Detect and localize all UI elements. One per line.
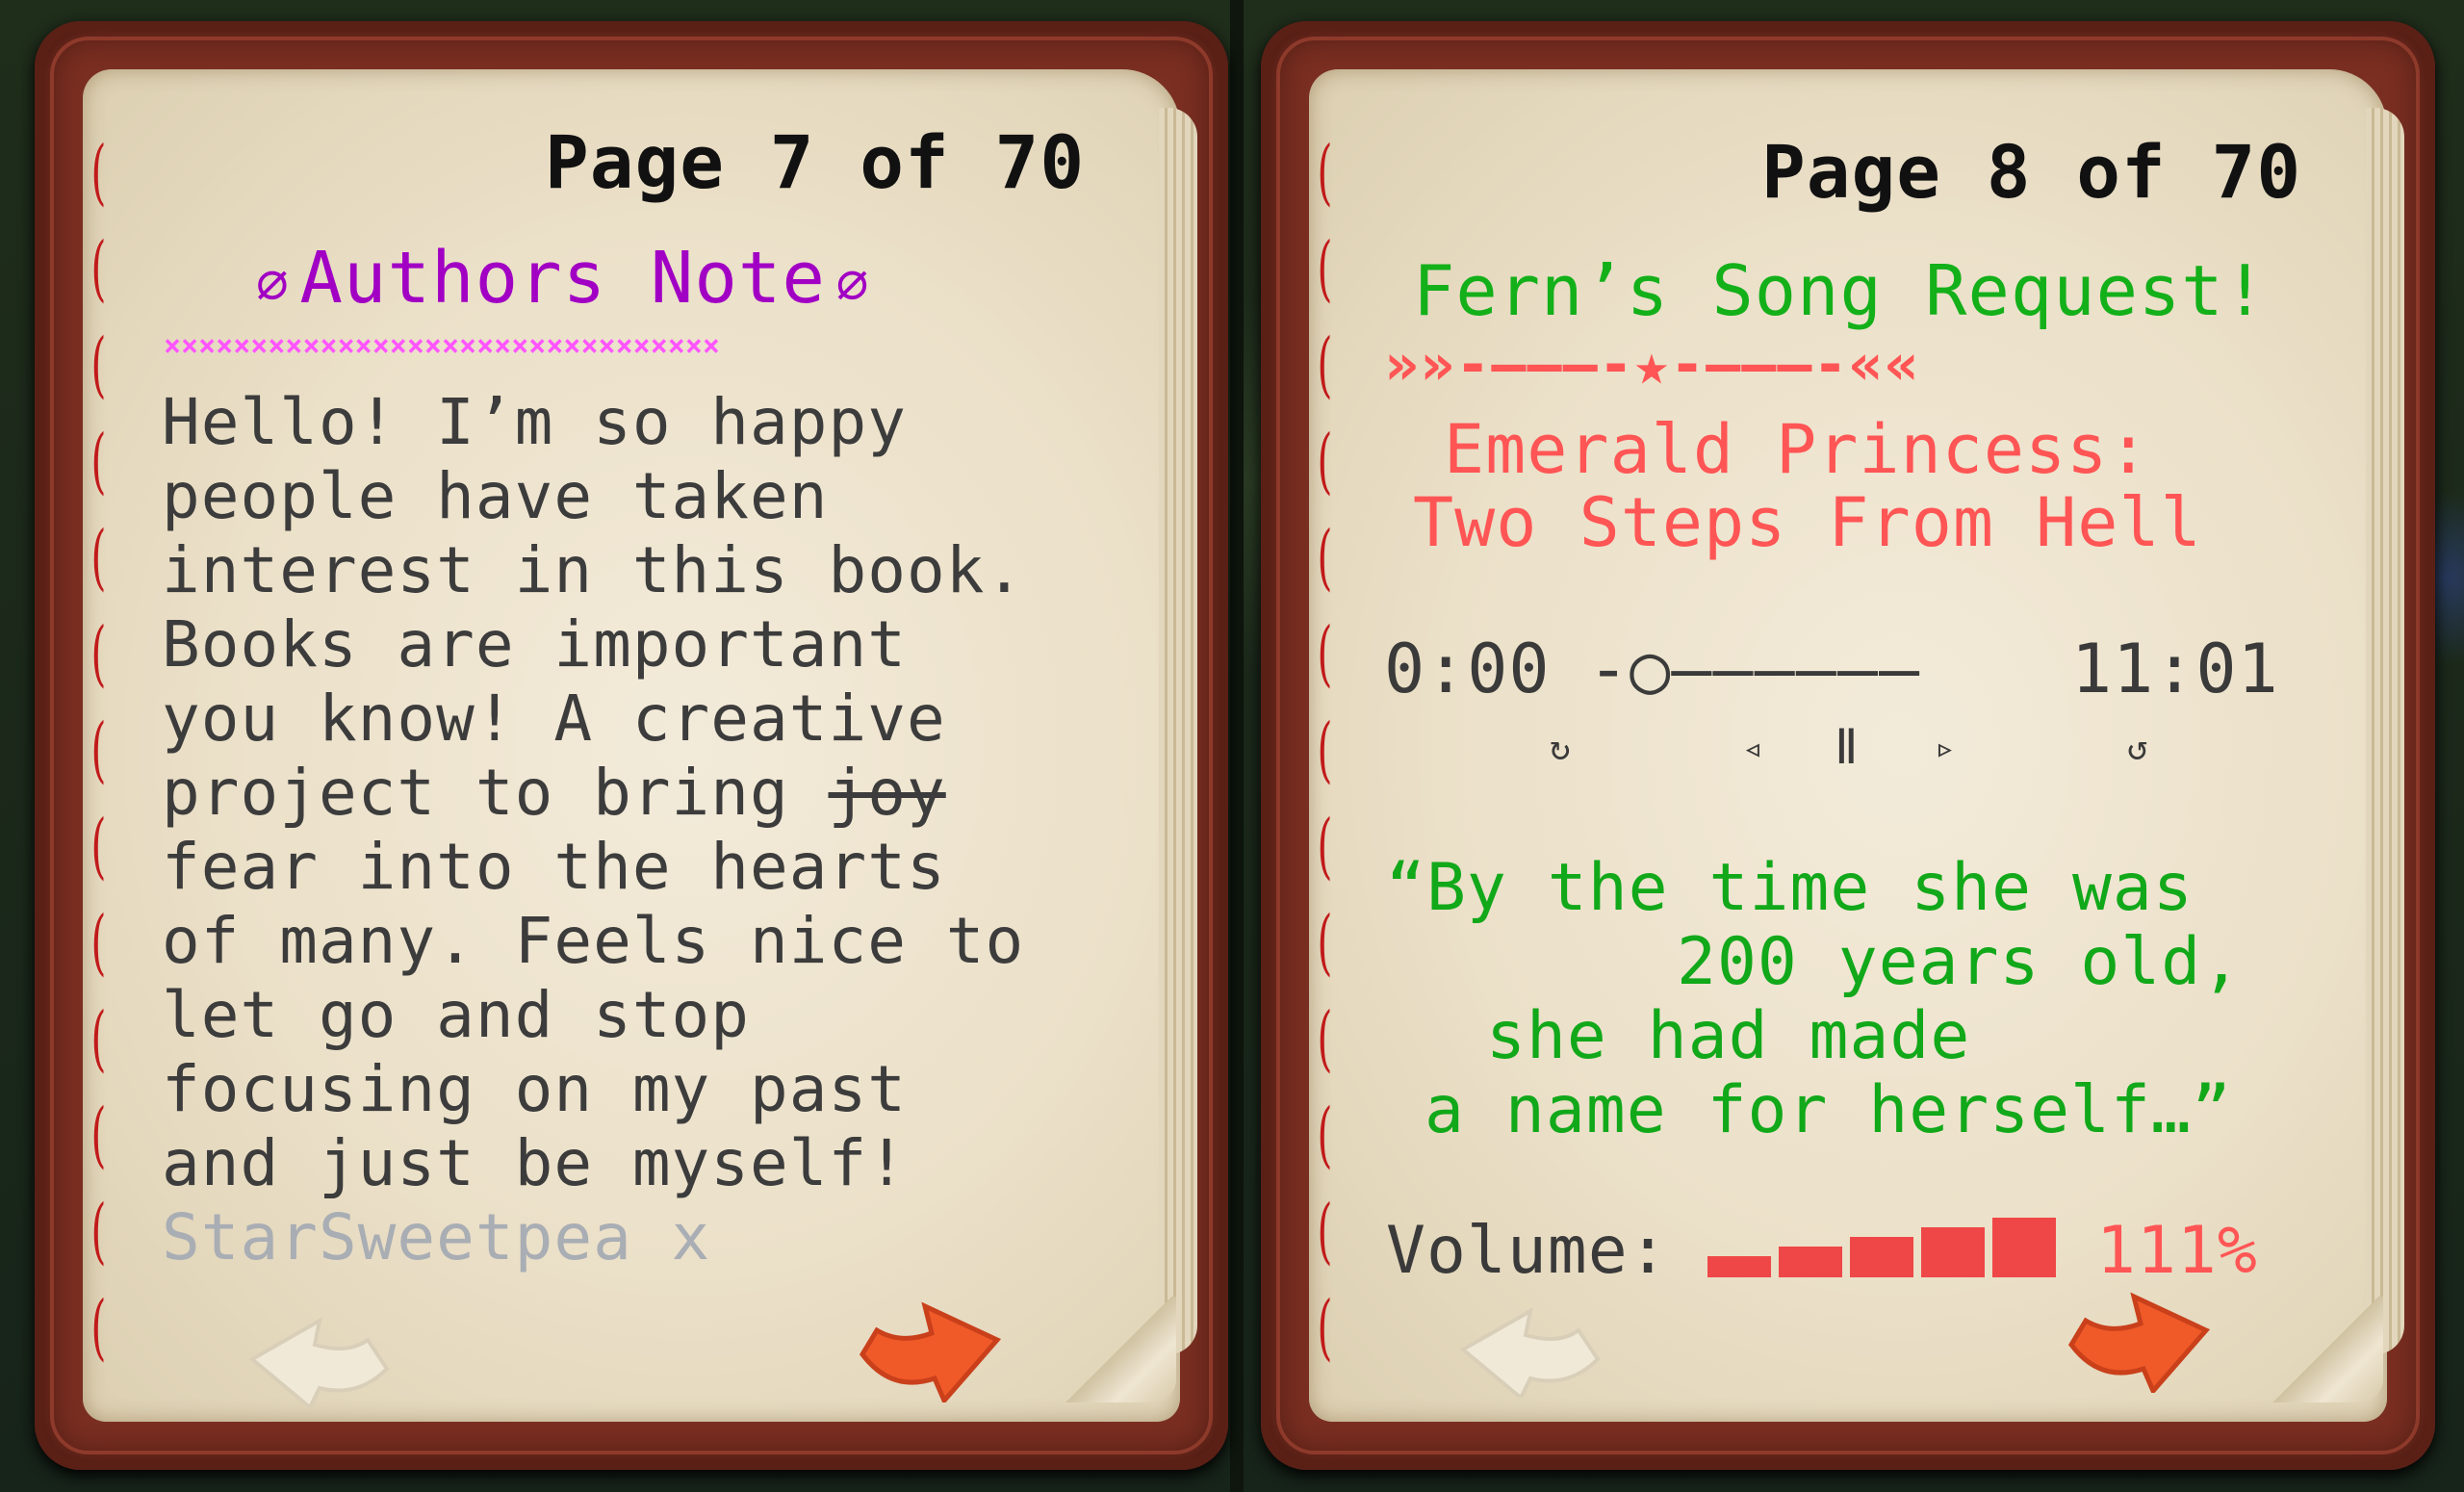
page-body: Hello! I’m so happy people have taken in… — [162, 385, 1024, 1274]
quote-line: a name for herself…” — [1424, 1072, 2232, 1148]
back-arrow-icon[interactable] — [1453, 1292, 1617, 1398]
page-number: Page 7 of 70 — [545, 119, 1086, 205]
page-curl — [1061, 1297, 1176, 1402]
signature: StarSweetpea x — [162, 1200, 711, 1274]
book-right: ((( ((( ((( ((( ( Page 8 of 70 Fern’s So… — [1261, 21, 2435, 1470]
volume-segment — [1779, 1247, 1842, 1277]
volume-bar[interactable] — [1707, 1200, 2056, 1277]
quote-line: “By the time she was — [1386, 850, 2194, 926]
struck-word: joy — [828, 756, 946, 830]
back-arrow-icon[interactable] — [243, 1301, 406, 1407]
volume-label: Volume: — [1386, 1213, 1669, 1289]
body-line: Hello! I’m so happy — [162, 385, 907, 459]
progress-slider[interactable]: -○—————— — [1588, 630, 1920, 708]
time-start: 0:00 — [1384, 630, 1551, 708]
pause-icon[interactable]: Ⅱ — [1835, 719, 1860, 775]
paperclip-icon: ⌀ — [256, 253, 290, 316]
song-artist: Two Steps From Hell — [1413, 483, 2202, 562]
volume-segment — [1707, 1256, 1771, 1277]
body-line: and just be myself! — [162, 1126, 907, 1200]
body-line: project to bring joy — [162, 756, 946, 830]
forward-arrow-icon[interactable] — [843, 1287, 1007, 1402]
body-line: people have taken — [162, 459, 829, 533]
screenshot-divider — [1230, 0, 1244, 1492]
song-title: Emerald Princess: — [1444, 410, 2150, 489]
body-line: interest in this book. — [162, 533, 1025, 607]
page-curl — [2268, 1297, 2383, 1402]
page-number: Page 8 of 70 — [1761, 129, 2302, 215]
author-note-heading: ⌀ Authors Note ⌀ — [256, 237, 869, 320]
book-left: ((( ((( ((( ((( ( Page 7 of 70 ⌀ Authors… — [35, 21, 1228, 1470]
body-line: let go and stop — [162, 978, 751, 1052]
book-binding: ((( ((( ((( ((( ( — [90, 131, 107, 1369]
body-line: Books are important — [162, 607, 907, 682]
page-title: Authors Note — [299, 237, 826, 320]
divider-line: ×××××××××××××××××××××××××××××××× — [164, 329, 720, 363]
paperclip-icon: ⌀ — [835, 253, 870, 316]
previous-icon[interactable]: ◃ — [1742, 729, 1764, 768]
volume-segment — [1850, 1237, 1913, 1277]
quote-line: she had made — [1486, 998, 1971, 1074]
forward-arrow-icon[interactable] — [2052, 1277, 2216, 1393]
body-line: fear into the hearts — [162, 830, 946, 904]
quote-line: 200 years old, — [1677, 924, 2243, 1000]
body-line: you know! A creative — [162, 682, 946, 756]
page-edge — [1159, 108, 1197, 1354]
body-line: focusing on my past — [162, 1052, 907, 1126]
page-edge — [2366, 108, 2404, 1354]
body-line: of many. Feels nice to — [162, 904, 1025, 978]
divider-line: »»-———-★-———-«« — [1384, 331, 1920, 399]
replay-icon[interactable]: ↻ — [1550, 729, 1572, 768]
volume-segment — [1921, 1227, 1985, 1277]
next-icon[interactable]: ▹ — [1935, 729, 1957, 768]
volume-segment — [1992, 1218, 2056, 1277]
book-binding: ((( ((( ((( ((( ( — [1317, 131, 1333, 1369]
time-end: 11:01 — [2071, 630, 2279, 708]
repeat-icon[interactable]: ↺ — [2127, 729, 2149, 768]
page-title: Fern’s Song Request! — [1413, 250, 2267, 331]
